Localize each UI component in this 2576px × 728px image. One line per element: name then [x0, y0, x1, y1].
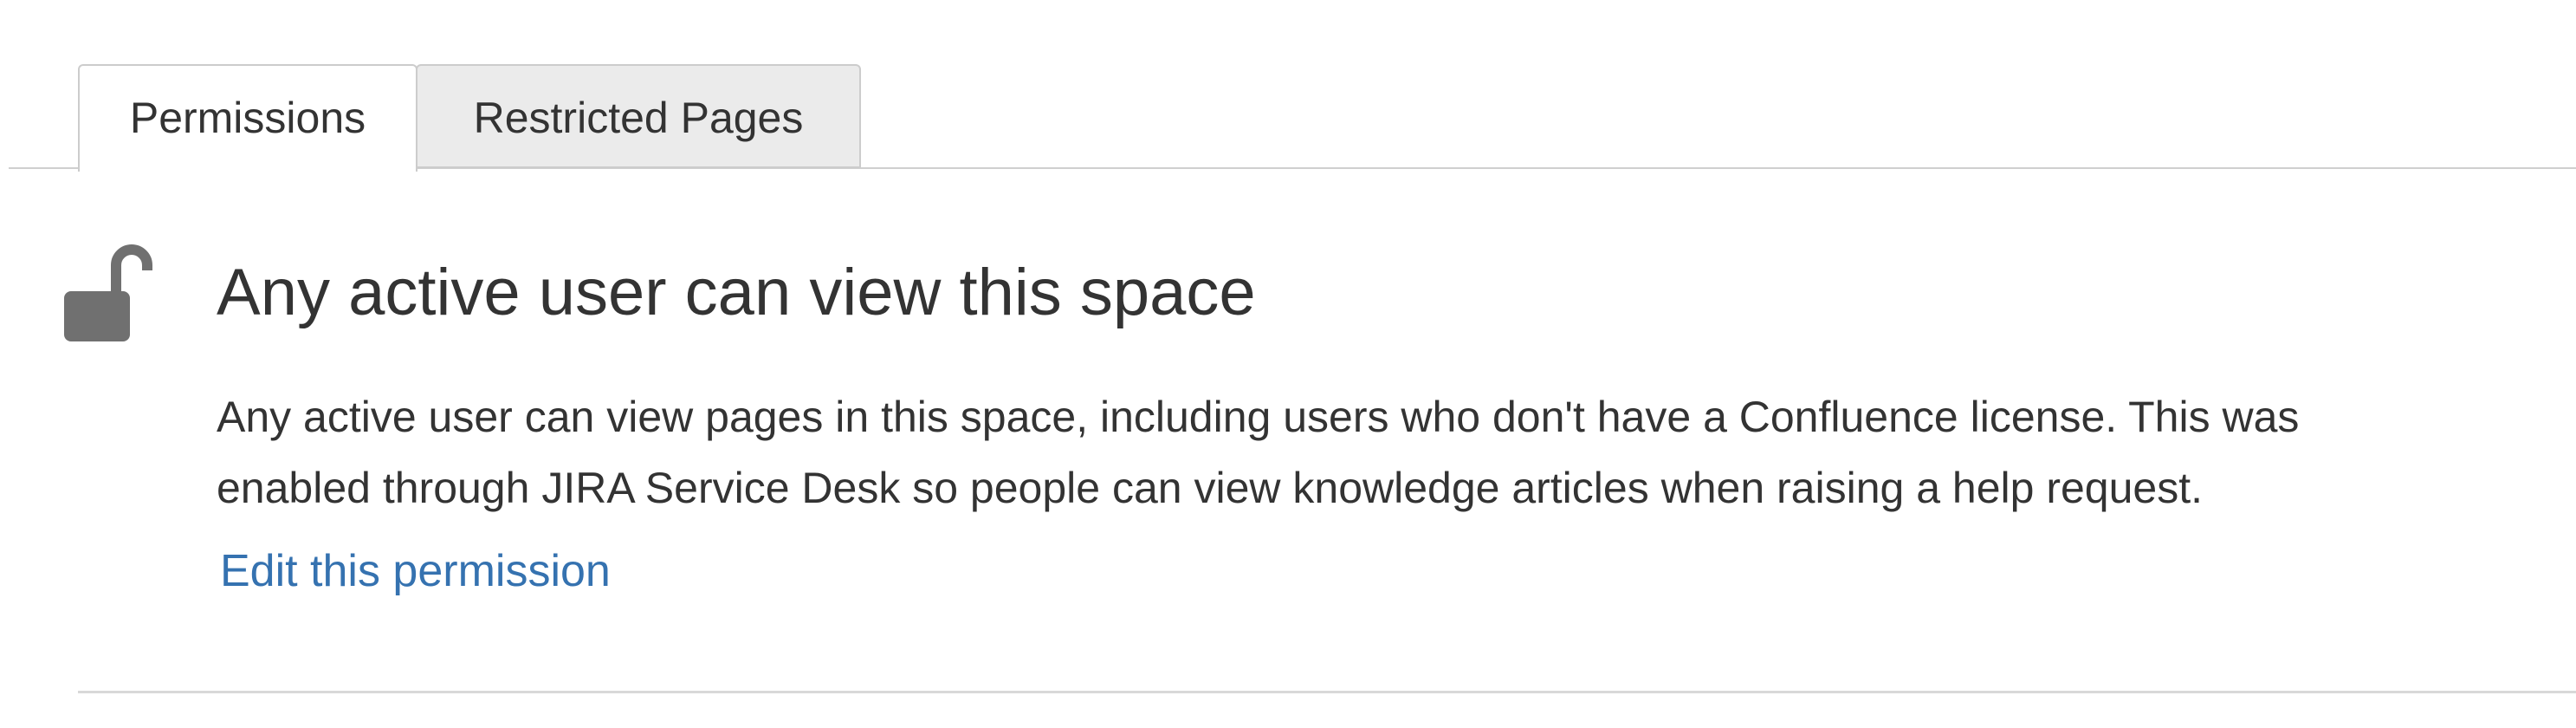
tab-bar: Permissions Restricted Pages	[0, 0, 2576, 172]
edit-permission-link[interactable]: Edit this permission	[220, 536, 611, 607]
permission-description: Any active user can view pages in this s…	[217, 381, 2555, 523]
section-divider	[78, 691, 2576, 693]
tab-restricted-pages[interactable]: Restricted Pages	[416, 64, 861, 168]
description-line: enabled through JIRA Service Desk so peo…	[217, 464, 2203, 512]
unlocked-padlock-icon	[62, 241, 152, 343]
permission-title: Any active user can view this space	[217, 256, 1256, 329]
description-line: Any active user can view pages in this s…	[217, 393, 2300, 441]
tab-permissions[interactable]: Permissions	[78, 64, 417, 172]
